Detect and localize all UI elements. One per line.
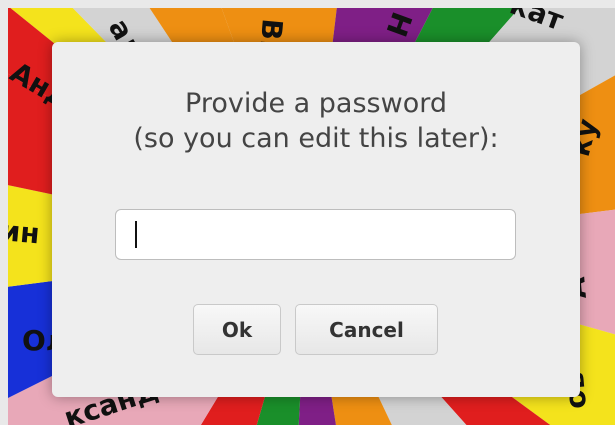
password-dialog: Provide a password (so you can edit this… xyxy=(52,42,580,397)
dialog-prompt: Provide a password (so you can edit this… xyxy=(52,86,580,156)
prompt-line-1: Provide a password xyxy=(185,88,447,119)
text-caret xyxy=(135,221,137,248)
ok-button[interactable]: Ok xyxy=(193,304,281,355)
cancel-button[interactable]: Cancel xyxy=(295,304,438,355)
prompt-line-2: (so you can edit this later): xyxy=(133,123,499,154)
password-input[interactable] xyxy=(115,209,516,260)
wheel-segment-label: ин xyxy=(8,214,41,250)
